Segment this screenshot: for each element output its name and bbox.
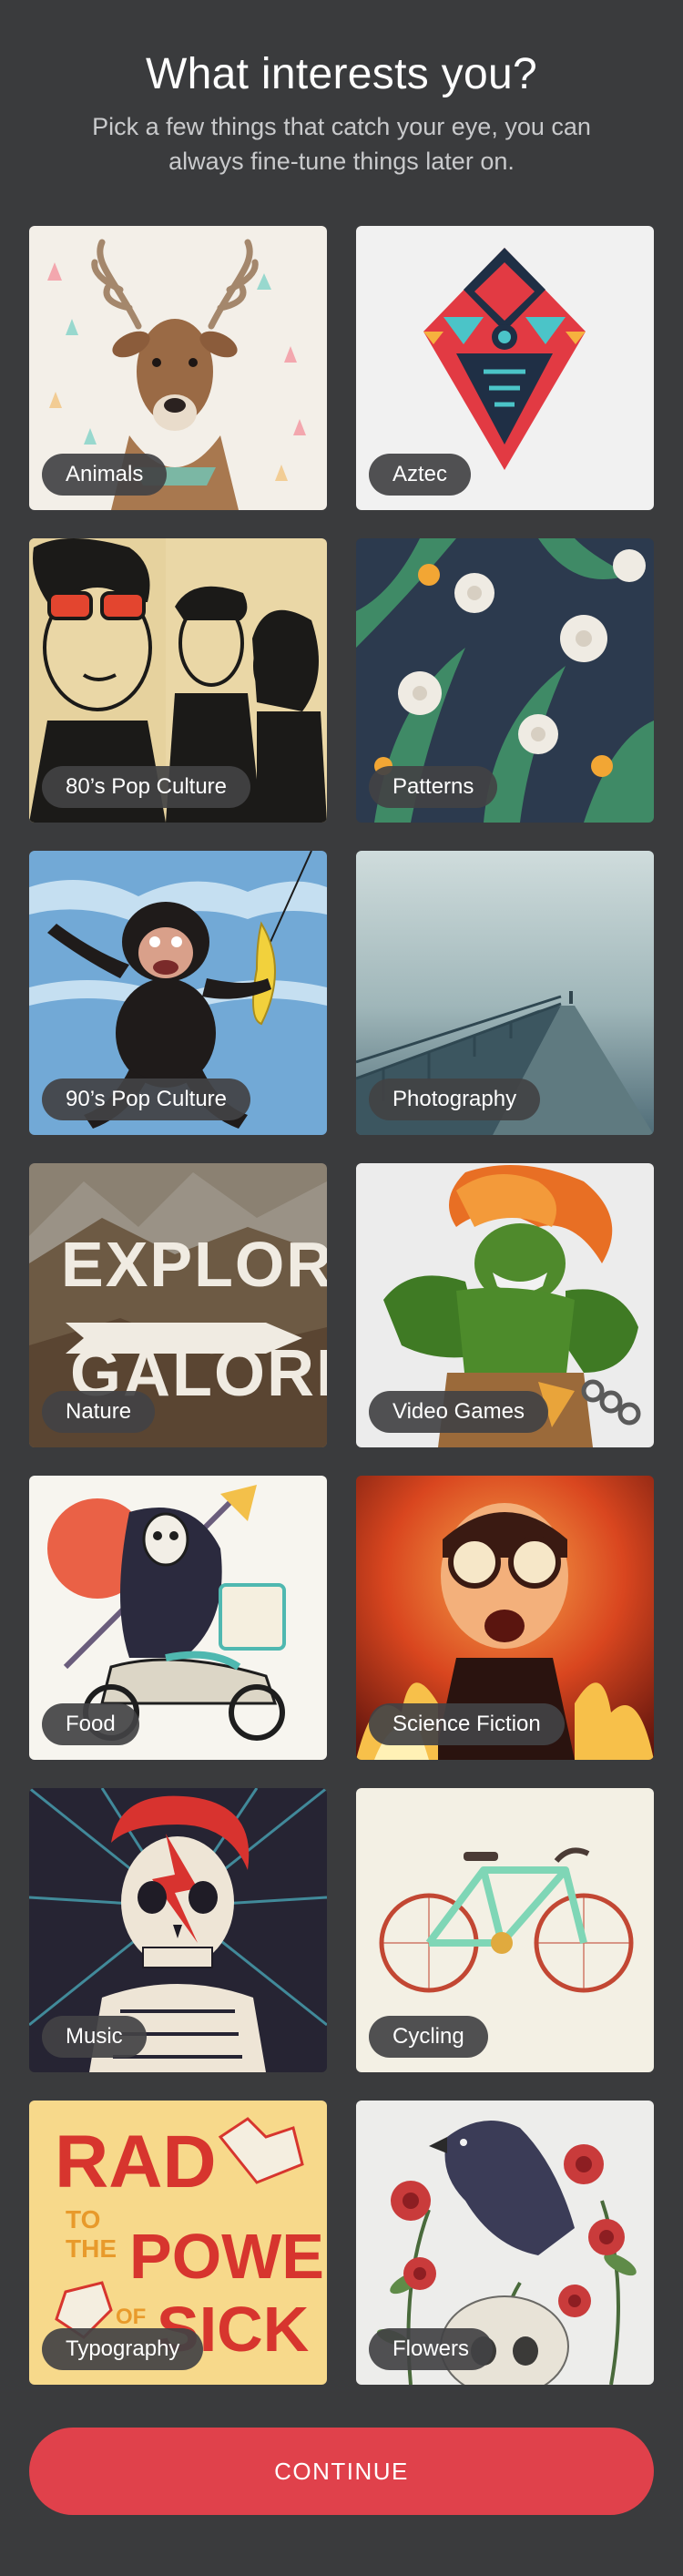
category-label: Nature [42, 1391, 156, 1433]
category-label: Video Games [369, 1391, 548, 1433]
interest-card-food[interactable]: Food [29, 1476, 327, 1760]
category-label: Aztec [369, 454, 472, 496]
interest-card-flowers[interactable]: Flowers [356, 2101, 654, 2385]
category-label: Animals [42, 454, 168, 496]
category-label: Music [42, 2016, 147, 2058]
category-label: Food [42, 1703, 139, 1745]
svg-text:THE: THE [66, 2234, 117, 2263]
svg-text:RAD: RAD [55, 2121, 217, 2203]
category-label: Typography [42, 2328, 204, 2370]
interest-card-nature[interactable]: EXPLORE GALORE Nature [29, 1163, 327, 1447]
category-label: Flowers [369, 2328, 494, 2370]
category-label: Science Fiction [369, 1703, 565, 1745]
interest-card-90s-pop-culture[interactable]: 90’s Pop Culture [29, 851, 327, 1135]
category-label: 80’s Pop Culture [42, 766, 250, 808]
category-label: 90’s Pop Culture [42, 1078, 250, 1120]
interest-card-80s-pop-culture[interactable]: 80’s Pop Culture [29, 538, 327, 823]
interest-card-science-fiction[interactable]: Science Fiction [356, 1476, 654, 1760]
page-title: What interests you? [146, 50, 537, 98]
interest-card-patterns[interactable]: Patterns [356, 538, 654, 823]
svg-text:OF: OF [116, 2305, 146, 2329]
interest-card-aztec[interactable]: Aztec [356, 226, 654, 510]
continue-button[interactable]: CONTINUE [29, 2428, 654, 2515]
category-label: Photography [369, 1078, 541, 1120]
category-label: Cycling [369, 2016, 488, 2058]
interest-card-photography[interactable]: Photography [356, 851, 654, 1135]
interest-card-typography[interactable]: RAD POWER SICK TO THE OF Typography [29, 2101, 327, 2385]
page-subtitle: Pick a few things that catch your eye, y… [92, 113, 591, 175]
svg-text:POWER: POWER [129, 2221, 327, 2292]
svg-text:EXPLORE: EXPLORE [61, 1229, 327, 1300]
interest-card-video-games[interactable]: Video Games [356, 1163, 654, 1447]
svg-text:TO: TO [66, 2205, 100, 2234]
interest-card-animals[interactable]: Animals [29, 226, 327, 510]
interest-card-music[interactable]: Music [29, 1788, 327, 2072]
interest-card-cycling[interactable]: Cycling [356, 1788, 654, 2072]
category-label: Patterns [369, 766, 498, 808]
